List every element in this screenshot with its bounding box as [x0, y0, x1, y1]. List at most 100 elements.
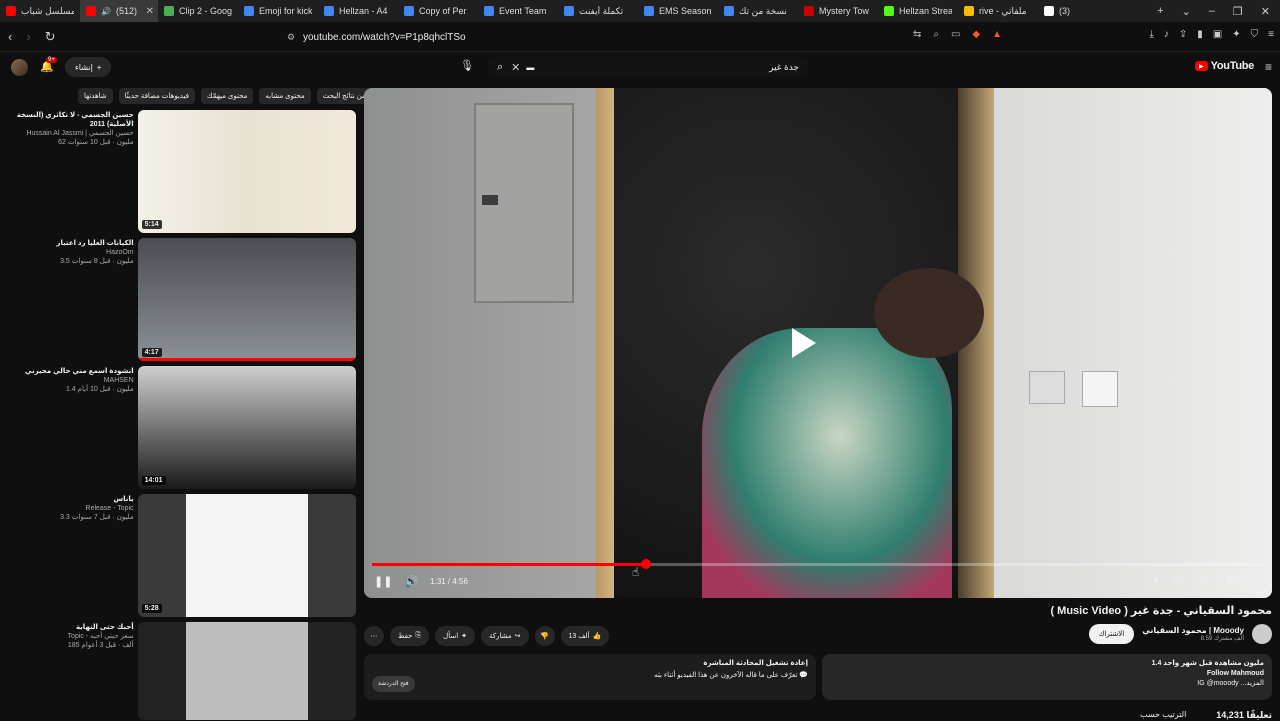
browser-tab[interactable]: Hellzan Strea — [878, 0, 958, 22]
browser-tab[interactable]: Hellzan - A4 — [318, 0, 398, 22]
brave-rewards-icon[interactable]: ▲ — [992, 29, 1002, 40]
rec-thumbnail[interactable] — [137, 622, 356, 720]
rec-title[interactable]: الكيانات العليا رد اعتبار — [14, 239, 133, 248]
forward-icon[interactable]: › — [26, 29, 30, 45]
subtitles-icon[interactable]: ▭ — [1174, 575, 1183, 586]
browser-tab[interactable]: مسلسل شباب — [0, 0, 80, 22]
search-box[interactable]: ⌕ ✕ ▬ جدة غير — [487, 56, 809, 78]
browser-tab[interactable]: Emoji for kick — [238, 0, 318, 22]
browser-tab[interactable]: تكملة أيفنت — [558, 0, 638, 22]
rec-thumbnail[interactable]: 4:17 — [137, 238, 356, 361]
recommendation-item[interactable]: حسين الجسمي - لا تكاثري (النسخة الأصلية)… — [14, 110, 356, 233]
filter-chip[interactable]: محتوى مشابه — [259, 88, 311, 104]
brave-shield-icon[interactable]: ◆ — [972, 29, 980, 40]
rec-thumbnail[interactable]: 5:28 — [137, 494, 356, 617]
guide-menu-icon[interactable]: ≡ — [1265, 60, 1272, 74]
save-button[interactable]: حفظ ⎘ — [390, 626, 430, 646]
rec-title[interactable]: أحبك حتى النهاية — [14, 623, 134, 632]
filter-chip[interactable]: فيديوهات مضافة حديثًا — [118, 88, 195, 104]
share-page-icon[interactable]: ⇪ — [1179, 29, 1187, 40]
vpn-icon[interactable]: ⛉ — [1251, 29, 1259, 40]
rec-title[interactable]: حسين الجسمي - لا تكاثري (النسخة الأصلية)… — [14, 111, 134, 129]
comments-sort[interactable]: الترتيب حسب — [1140, 710, 1186, 721]
notifications-icon[interactable]: 🔔 9+ — [40, 57, 57, 73]
thumbs-down-icon: 👎 — [540, 633, 549, 640]
tab-search-icon[interactable]: ⌄ — [1182, 5, 1191, 18]
browser-tab[interactable]: Event Team — [478, 0, 558, 22]
ask-button[interactable]: اسأل ✦ — [435, 626, 476, 646]
volume-icon[interactable]: 🔊 — [404, 575, 418, 588]
dislike-button[interactable]: 👎 — [534, 626, 555, 646]
wallet-icon[interactable]: ▣ — [1213, 29, 1222, 40]
video-player[interactable]: ❚❚ 🔊 1:31 / 4:56 ⏺ ▭ ⚙ ▣ ⤢ ☝ — [364, 88, 1272, 598]
keyboard-icon[interactable]: ▬ — [526, 63, 534, 72]
play-overlay-icon[interactable] — [784, 325, 820, 361]
share-button[interactable]: مشاركة ↪ — [481, 626, 529, 646]
autoplay-toggle-icon[interactable]: ⏺ — [1153, 575, 1158, 586]
cast-icon[interactable]: ▭ — [951, 29, 960, 40]
like-button[interactable]: 13 ألف 👍 — [560, 626, 610, 646]
recommendation-item[interactable]: انشودة اسمع مني حالي محيرني MAHSEN 1.4 ملي… — [14, 366, 356, 489]
open-chat-button[interactable]: فتح الدردشة — [372, 676, 415, 692]
miniplayer-icon[interactable]: ▣ — [1225, 575, 1234, 586]
channel-name[interactable]: محمود السقياني | Mooody — [1142, 626, 1244, 635]
maximize-button[interactable]: ❐ — [1233, 5, 1243, 18]
minimize-button[interactable]: – — [1209, 5, 1215, 18]
settings-gear-icon[interactable]: ⚙ — [1200, 575, 1209, 586]
browser-tab[interactable]: Mystery Tow — [798, 0, 878, 22]
browser-tab[interactable]: Clip 2 - Goog — [158, 0, 238, 22]
close-tab-icon[interactable]: ✕ — [146, 6, 154, 17]
recommendation-item[interactable]: أحبك حتى النهاية Topic - سعر حبني أحبه 185… — [14, 622, 356, 720]
audio-icon[interactable]: 🔊 — [101, 7, 111, 16]
address-bar[interactable]: ⚙ youtube.com/watch?v=P1p8qhclTSo — [255, 25, 1010, 49]
fullscreen-icon[interactable]: ⤢ — [1250, 575, 1258, 586]
browser-tab[interactable]: EMS Season — [638, 0, 718, 22]
description-box[interactable]: 1.4 مليون مشاهدة قبل شهر واحد Follow Mah… — [822, 654, 1272, 700]
filter-chip[interactable]: شاهدتها — [78, 88, 113, 104]
browser-tab[interactable]: rive - ملفاتي — [958, 0, 1038, 22]
create-button[interactable]: إنشاء + — [65, 57, 112, 77]
channel-avatar[interactable] — [1252, 624, 1272, 644]
more-actions-button[interactable]: ⋯ — [364, 626, 384, 646]
plus-icon: + — [96, 62, 102, 72]
rec-thumbnail[interactable]: 14:01 — [137, 366, 356, 489]
address-bar-actions: ⇆ ⌕ ▭ ◆ ▲ — [913, 29, 1002, 40]
new-tab-button[interactable]: + — [1157, 5, 1163, 18]
music-icon[interactable]: ♪ — [1164, 29, 1169, 40]
voice-search-icon[interactable]: 🎙 — [460, 59, 476, 75]
filter-chip[interactable]: محتوى ميهمّك — [200, 88, 254, 104]
translate-icon[interactable]: ⇆ — [913, 29, 921, 40]
zoom-icon[interactable]: ⌕ — [933, 29, 939, 40]
sidebar-icon[interactable]: ▮ — [1197, 29, 1203, 40]
clear-search-icon[interactable]: ✕ — [511, 61, 520, 74]
rec-thumbnail[interactable]: 5:14 — [137, 110, 356, 233]
rec-title[interactable]: انشودة اسمع مني حالي محيرني — [14, 367, 134, 376]
more-icon: ⋯ — [370, 633, 378, 640]
progress-bar[interactable] — [372, 559, 1264, 569]
subscribe-button[interactable]: الاشتراك — [1088, 624, 1135, 644]
site-info-icon[interactable]: ⚙ — [287, 32, 295, 43]
pause-icon[interactable]: ❚❚ — [374, 575, 392, 588]
extension-icon[interactable]: ✦ — [1232, 29, 1240, 40]
tab-favicon-icon — [644, 6, 654, 16]
browser-tab[interactable]: نسخة من تك — [718, 0, 798, 22]
recommendation-item[interactable]: ياناس Release - Topic 3.3 مليون · قبل 7 سن… — [14, 494, 356, 617]
close-window-button[interactable]: ✕ — [1261, 5, 1270, 18]
browser-tab[interactable]: Copy of Per — [398, 0, 478, 22]
scrubber-handle[interactable] — [640, 559, 651, 569]
search-input[interactable]: جدة غير — [769, 62, 799, 73]
recommendation-item[interactable]: الكيانات العليا رد اعتبار HazoOm 3.5 مليون… — [14, 238, 356, 361]
back-icon[interactable]: ‹ — [8, 29, 12, 45]
video-frame-doorframe — [596, 88, 614, 598]
search-icon[interactable]: ⌕ — [497, 61, 503, 74]
browser-menu-icon[interactable]: ≡ — [1268, 29, 1274, 40]
download-icon[interactable]: ⤓ — [1149, 29, 1153, 40]
youtube-logo[interactable]: ▶ YouTube — [1194, 60, 1254, 72]
tab-title: نسخة من تك — [739, 5, 787, 16]
account-avatar[interactable] — [11, 59, 28, 76]
rec-title[interactable]: ياناس — [14, 495, 133, 504]
browser-tab[interactable]: 🔊 (512) ✕ — [80, 0, 158, 22]
url-text: youtube.com/watch?v=P1p8qhclTSo — [303, 31, 466, 43]
browser-tab[interactable]: (3) — [1038, 0, 1118, 22]
reload-icon[interactable]: ↻ — [45, 29, 56, 45]
